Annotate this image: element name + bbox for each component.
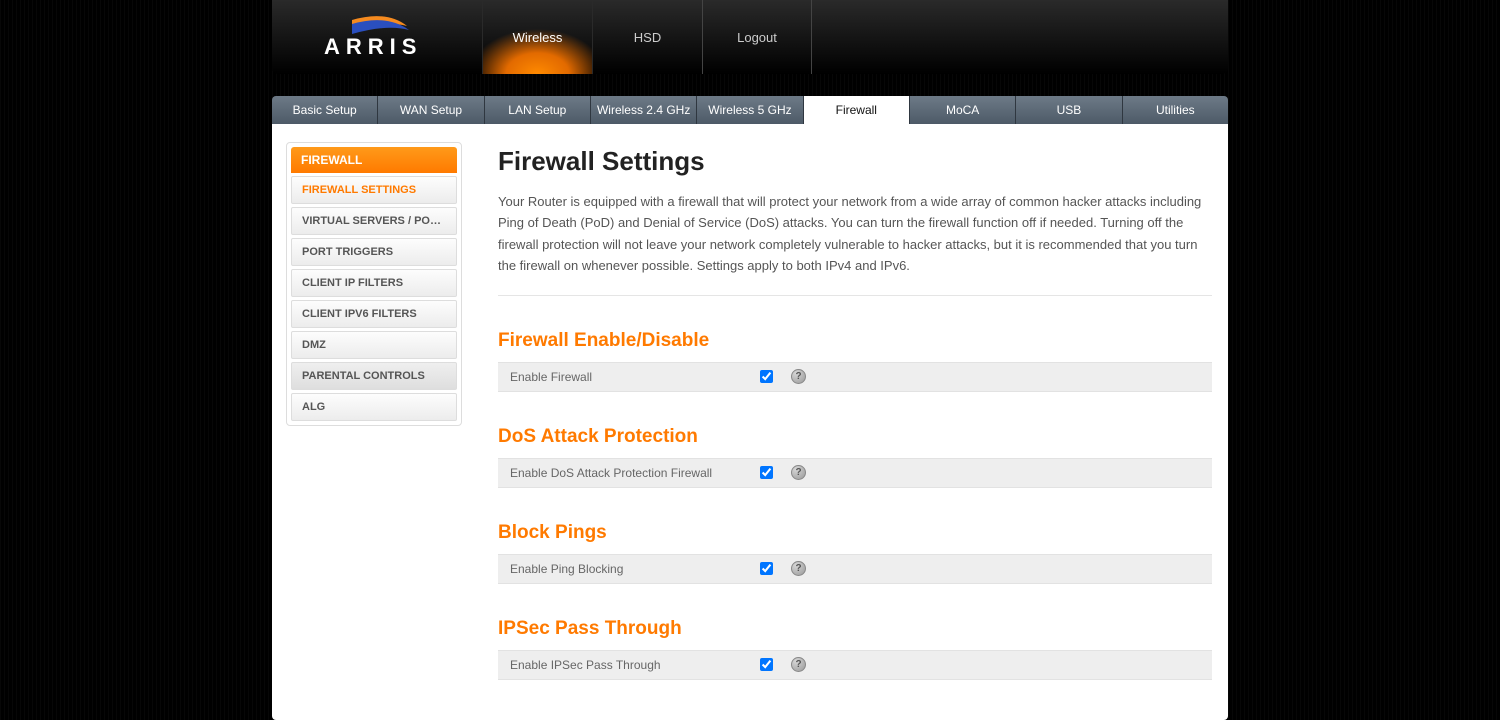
setting-row: Enable Ping Blocking ? (498, 554, 1212, 584)
section-block-pings: Block Pings Enable Ping Blocking ? (498, 522, 1212, 584)
sidebar-item-client-ip-filters[interactable]: CLIENT IP FILTERS (291, 269, 457, 297)
tab-lan-setup[interactable]: LAN Setup (485, 96, 591, 124)
tab-wireless-5[interactable]: Wireless 5 GHz (697, 96, 803, 124)
page-intro: Your Router is equipped with a firewall … (498, 191, 1212, 296)
help-icon[interactable]: ? (791, 561, 806, 576)
topnav-hsd[interactable]: HSD (592, 0, 702, 74)
sidebar-item-parental-controls[interactable]: PARENTAL CONTROLS (291, 362, 457, 390)
section-heading: IPSec Pass Through (498, 618, 1212, 640)
topnav-label: HSD (634, 30, 661, 45)
section-dos-protection: DoS Attack Protection Enable DoS Attack … (498, 426, 1212, 488)
brand-logo: ARRIS (272, 0, 482, 74)
enable-dos-checkbox[interactable] (760, 466, 773, 479)
tab-wan-setup[interactable]: WAN Setup (378, 96, 484, 124)
tab-basic-setup[interactable]: Basic Setup (272, 96, 378, 124)
sidebar-item-client-ipv6-filters[interactable]: CLIENT IPV6 FILTERS (291, 300, 457, 328)
setting-label: Enable Ping Blocking (510, 562, 760, 576)
tab-wireless-24[interactable]: Wireless 2.4 GHz (591, 96, 697, 124)
topnav-label: Logout (737, 30, 777, 45)
section-heading: DoS Attack Protection (498, 426, 1212, 448)
tab-utilities[interactable]: Utilities (1123, 96, 1228, 124)
enable-ipsec-checkbox[interactable] (760, 658, 773, 671)
tab-usb[interactable]: USB (1016, 96, 1122, 124)
section-ipsec-passthrough: IPSec Pass Through Enable IPSec Pass Thr… (498, 618, 1212, 680)
setting-row: Enable IPSec Pass Through ? (498, 650, 1212, 680)
section-heading: Block Pings (498, 522, 1212, 544)
sidebar-item-firewall-settings[interactable]: FIREWALL SETTINGS (291, 176, 457, 204)
section-heading: Firewall Enable/Disable (498, 330, 1212, 352)
setting-label: Enable IPSec Pass Through (510, 658, 760, 672)
setting-label: Enable DoS Attack Protection Firewall (510, 466, 760, 480)
sidebar-item-dmz[interactable]: DMZ (291, 331, 457, 359)
topnav-label: Wireless (513, 30, 563, 45)
enable-firewall-checkbox[interactable] (760, 370, 773, 383)
content: Firewall Settings Your Router is equippe… (462, 142, 1228, 680)
tab-moca[interactable]: MoCA (910, 96, 1016, 124)
sidebar-header: FIREWALL (291, 147, 457, 173)
sidebar-item-virtual-servers[interactable]: VIRTUAL SERVERS / PORT ... (291, 207, 457, 235)
main-panel: FIREWALL FIREWALL SETTINGS VIRTUAL SERVE… (272, 124, 1228, 720)
sidebar-item-alg[interactable]: ALG (291, 393, 457, 421)
top-nav: Wireless HSD Logout (482, 0, 812, 74)
brand-text: ARRIS (324, 34, 422, 59)
help-icon[interactable]: ? (791, 657, 806, 672)
top-header: ARRIS Wireless HSD Logout (272, 0, 1228, 74)
setting-row: Enable Firewall ? (498, 362, 1212, 392)
enable-ping-block-checkbox[interactable] (760, 562, 773, 575)
setting-label: Enable Firewall (510, 370, 760, 384)
help-icon[interactable]: ? (791, 465, 806, 480)
setting-row: Enable DoS Attack Protection Firewall ? (498, 458, 1212, 488)
section-firewall-enable: Firewall Enable/Disable Enable Firewall … (498, 330, 1212, 392)
topnav-wireless[interactable]: Wireless (482, 0, 592, 74)
help-icon[interactable]: ? (791, 369, 806, 384)
sidebar-item-port-triggers[interactable]: PORT TRIGGERS (291, 238, 457, 266)
sub-tabs: Basic Setup WAN Setup LAN Setup Wireless… (272, 96, 1228, 124)
sidebar: FIREWALL FIREWALL SETTINGS VIRTUAL SERVE… (272, 142, 462, 680)
topnav-logout[interactable]: Logout (702, 0, 812, 74)
page-title: Firewall Settings (498, 146, 1212, 177)
tab-firewall[interactable]: Firewall (804, 96, 910, 124)
